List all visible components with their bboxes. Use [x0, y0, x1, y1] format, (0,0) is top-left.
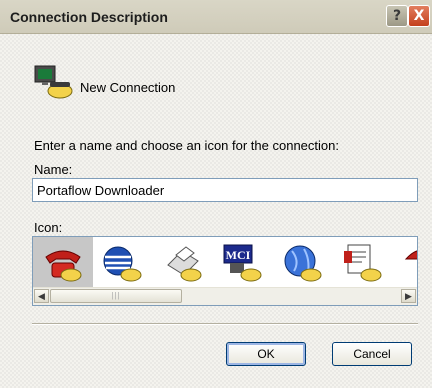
cancel-button[interactable]: Cancel	[332, 342, 412, 366]
scroll-thumb[interactable]: |||	[50, 289, 182, 303]
name-label: Name:	[34, 162, 73, 177]
globe-phone-icon	[103, 246, 142, 282]
help-button[interactable]: ?	[386, 5, 408, 27]
mci-logo-text: MCI	[226, 248, 251, 262]
icon-option-mci-phone[interactable]: MCI	[213, 237, 273, 287]
title-bar: Connection Description ? X	[0, 0, 432, 34]
horizontal-scrollbar[interactable]: ◀ ||| ▶	[33, 287, 417, 305]
scroll-right-arrow-icon[interactable]: ▶	[401, 289, 416, 303]
icon-option-fax-phone[interactable]	[153, 237, 213, 287]
new-connection-icon	[34, 65, 73, 99]
icon-option-document-phone[interactable]	[333, 237, 393, 287]
red-phone-icon	[45, 250, 82, 282]
window-title: Connection Description	[10, 9, 168, 25]
globe-blue-phone-icon	[284, 245, 322, 282]
umbrella-phone-icon	[404, 250, 417, 260]
fax-phone-icon	[167, 246, 202, 282]
icon-list[interactable]: MCI ◀ ||| ▶	[32, 236, 418, 306]
icon-option-globe-phone[interactable]	[93, 237, 153, 287]
icon-option-umbrella-phone[interactable]	[393, 237, 417, 287]
icon-option-red-phone[interactable]	[33, 237, 93, 287]
ok-button[interactable]: OK	[226, 342, 306, 366]
icon-label: Icon:	[34, 220, 63, 235]
mci-phone-icon: MCI	[223, 244, 262, 282]
divider	[32, 323, 418, 325]
name-input[interactable]	[32, 178, 418, 202]
instruction-text: Enter a name and choose an icon for the …	[34, 138, 339, 153]
close-button[interactable]: X	[408, 5, 430, 27]
scroll-left-arrow-icon[interactable]: ◀	[34, 289, 49, 303]
document-phone-icon	[344, 244, 382, 282]
connection-header-label: New Connection	[80, 80, 176, 95]
icon-option-globe-blue-phone[interactable]	[273, 237, 333, 287]
